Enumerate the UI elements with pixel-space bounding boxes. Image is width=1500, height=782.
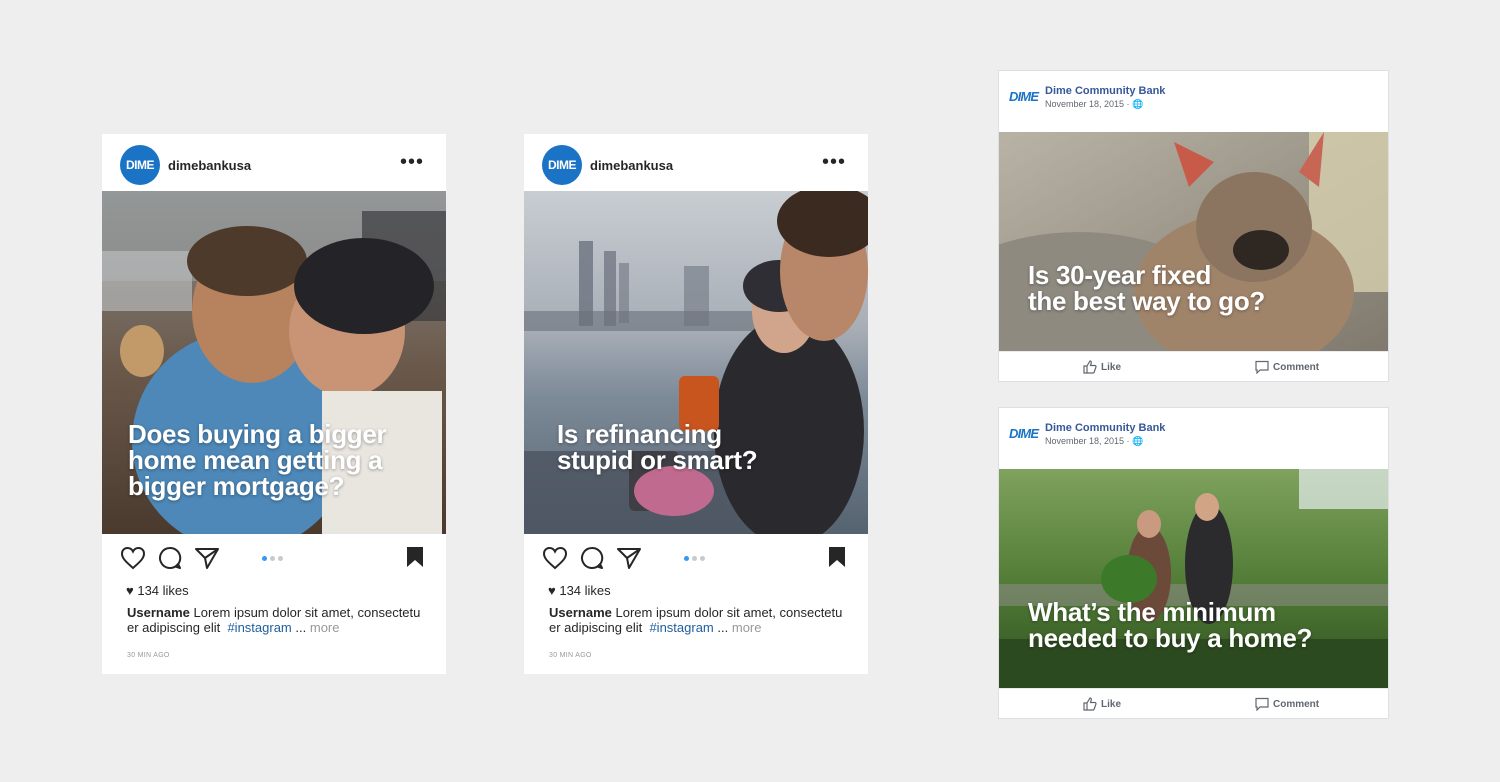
avatar-logo-text: DIME <box>548 158 577 172</box>
share-icon[interactable] <box>194 546 220 570</box>
post-photo-garden-couple: What’s the minimum needed to buy a home? <box>999 469 1388 688</box>
avatar-logo-text: DIME <box>126 158 155 172</box>
hashtag-link[interactable]: #instagram <box>227 620 291 635</box>
caption-ellipsis: ... <box>295 620 307 635</box>
like-label: Like <box>1101 361 1122 373</box>
overlay-headline: Is refinancing stupid or smart? <box>557 419 758 475</box>
overlay-line: Is refinancing <box>557 419 722 449</box>
overlay-line: home mean getting a <box>128 445 383 475</box>
carousel-dots <box>262 556 283 561</box>
like-button[interactable]: Like <box>1083 360 1121 374</box>
overlay-line: needed to buy a home? <box>1028 623 1313 653</box>
caption: Username Lorem ipsum dolor sit amet, con… <box>549 605 849 635</box>
post-actions: Like Comment <box>999 688 1388 720</box>
overlay-line: Does buying a bigger <box>128 419 387 449</box>
comment-label: Comment <box>1273 698 1320 710</box>
page-name[interactable]: Dime Community Bank <box>1045 422 1165 434</box>
thumbs-up-icon <box>1083 697 1097 711</box>
post-actions <box>102 546 446 576</box>
page-logo[interactable]: DIME <box>1009 426 1039 441</box>
page-logo[interactable]: DIME <box>1009 89 1039 104</box>
like-label: Like <box>1101 698 1122 710</box>
caption: Username Lorem ipsum dolor sit amet, con… <box>127 605 427 635</box>
comment-bubble-icon <box>1255 697 1269 711</box>
facebook-post-2: DIME Dime Community Bank November 18, 20… <box>998 407 1389 719</box>
post-actions <box>524 546 868 576</box>
comment-bubble-icon <box>1255 360 1269 374</box>
post-actions: Like Comment <box>999 351 1388 383</box>
comment-label: Comment <box>1273 361 1320 373</box>
comment-icon[interactable] <box>580 546 604 570</box>
bookmark-icon[interactable] <box>828 546 846 568</box>
heart-small-icon: ♥ <box>126 583 134 598</box>
likes-count[interactable]: ♥ 134 likes <box>548 583 611 598</box>
post-date: November 18, 2015 · 🌐 <box>1045 99 1144 109</box>
more-link[interactable]: more <box>732 620 762 635</box>
avatar[interactable]: DIME <box>542 145 582 185</box>
overlay-line: What’s the minimum <box>1028 597 1276 627</box>
hashtag-link[interactable]: #instagram <box>649 620 713 635</box>
thumbs-up-icon <box>1083 360 1097 374</box>
overlay-headline: What’s the minimum needed to buy a home? <box>1028 599 1312 651</box>
facebook-post-1: DIME Dime Community Bank November 18, 20… <box>998 70 1389 382</box>
instagram-post-1: DIME dimebankusa ••• Does buying a bigge… <box>102 134 446 674</box>
heart-icon[interactable] <box>120 546 146 570</box>
comment-button[interactable]: Comment <box>1255 697 1319 711</box>
overlay-headline: Does buying a bigger home mean getting a… <box>128 419 387 501</box>
more-link[interactable]: more <box>310 620 340 635</box>
likes-count[interactable]: ♥ 134 likes <box>126 583 189 598</box>
post-header: DIME dimebankusa ••• <box>102 134 446 191</box>
comment-button[interactable]: Comment <box>1255 360 1319 374</box>
more-horizontal-icon[interactable]: ••• <box>400 152 424 172</box>
carousel-dots <box>684 556 705 561</box>
overlay-line: the best way to go? <box>1028 286 1265 316</box>
username[interactable]: dimebankusa <box>168 158 251 173</box>
bookmark-icon[interactable] <box>406 546 424 568</box>
caption-ellipsis: ... <box>717 620 729 635</box>
post-photo-dog: Is 30-year fixed the best way to go? <box>999 132 1388 351</box>
post-photo-couple: Does buying a bigger home mean getting a… <box>102 191 446 534</box>
more-horizontal-icon[interactable]: ••• <box>822 152 846 172</box>
comment-icon[interactable] <box>158 546 182 570</box>
overlay-line: stupid or smart? <box>557 445 758 475</box>
overlay-line: Is 30-year fixed <box>1028 260 1212 290</box>
username[interactable]: dimebankusa <box>590 158 673 173</box>
caption-username[interactable]: Username <box>127 605 190 620</box>
like-button[interactable]: Like <box>1083 697 1121 711</box>
post-photo-city-couple: Is refinancing stupid or smart? <box>524 191 868 534</box>
page-name[interactable]: Dime Community Bank <box>1045 85 1165 97</box>
caption-username[interactable]: Username <box>549 605 612 620</box>
heart-icon[interactable] <box>542 546 568 570</box>
share-icon[interactable] <box>616 546 642 570</box>
heart-small-icon: ♥ <box>548 583 556 598</box>
overlay-line: bigger mortgage? <box>128 471 345 501</box>
globe-icon: 🌐 <box>1132 99 1144 109</box>
post-header: DIME dimebankusa ••• <box>524 134 868 191</box>
timestamp: 30 MIN AGO <box>127 652 170 659</box>
avatar[interactable]: DIME <box>120 145 160 185</box>
overlay-headline: Is 30-year fixed the best way to go? <box>1028 262 1265 314</box>
instagram-post-2: DIME dimebankusa ••• Is refinancing stup… <box>524 134 868 674</box>
globe-icon: 🌐 <box>1132 436 1144 446</box>
post-date: November 18, 2015 · 🌐 <box>1045 436 1144 446</box>
timestamp: 30 MIN AGO <box>549 652 592 659</box>
